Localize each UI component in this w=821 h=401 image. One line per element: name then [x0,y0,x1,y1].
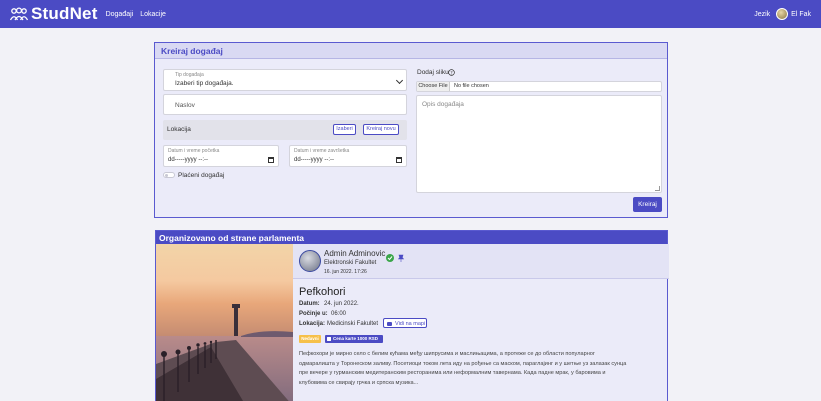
paid-event-label: Plaćeni događaj [178,172,225,179]
help-icon[interactable]: ? [448,69,455,76]
view-on-map-button[interactable]: Vidi na mapi [383,318,427,328]
user-name: El Fak [791,10,811,18]
paid-event-toggle[interactable] [163,172,175,178]
recent-badge: Nedavni [299,335,321,343]
create-event-title: Kreiraj događaj [155,43,667,59]
date-label: Datum: [299,301,320,307]
event-author: Admin Adminovic Elektronski Fakultet 16.… [293,244,669,279]
file-input[interactable]: Choose File No file chosen [416,81,662,92]
end-datetime-value: dd-----yyyy --:-- [294,157,334,163]
author-avatar[interactable] [299,250,321,272]
ticket-price-badge: Cena karte 1000 RSD [325,335,383,343]
nav-link-events[interactable]: Događaji [106,11,134,18]
choose-file-button[interactable]: Choose File [417,82,450,91]
user-avatar [776,8,789,20]
language-menu[interactable]: Jezik [754,11,770,18]
description-textarea[interactable]: Opis događaja [416,95,662,193]
choose-location-button[interactable]: Izaberi [333,124,356,135]
location-label: Lokacija [167,126,191,133]
author-org: Elektronski Fakultet [324,260,377,266]
author-name[interactable]: Admin Adminovic [324,249,385,258]
description-placeholder: Opis događaja [422,101,464,108]
description-line: клубовима се свирају грчка и српска музи… [299,379,419,386]
title-input[interactable]: Naslov [163,94,407,115]
location-label: Lokacija: [299,321,326,327]
navbar: StudNet Događaji Lokacije Jezik El Fak [0,0,821,28]
add-image-label: Dodaj sliku [417,69,449,76]
event-type-label: Tip događaja [175,72,204,78]
event-organizer-header: Organizovano od strane parlamenta [156,231,667,244]
user-menu[interactable]: El Fak [776,8,811,20]
location-value[interactable]: Medicinski Fakultet [327,321,378,327]
start-datetime-input[interactable]: Datum i vreme početka dd-----yyyy --:-- [163,145,279,167]
ticket-price-label: Cena karte 1000 RSD [333,336,379,341]
post-timestamp: 16. jun 2022. 17:26 [324,269,367,275]
event-card: Organizovano od strane parlamenta Admin … [155,230,669,401]
start-datetime-value: dd-----yyyy --:-- [168,157,208,163]
end-datetime-label: Datum i vreme završetka [294,148,350,154]
event-type-value: Izaberi tip događaja. [175,80,234,87]
date-value: 24. jun 2022. [324,301,359,307]
event-details: Admin Adminovic Elektronski Fakultet 16.… [293,244,669,401]
calendar-icon[interactable] [396,157,402,163]
create-event-card: Kreiraj događaj Tip događaja Izaberi tip… [154,42,668,218]
resize-handle-icon[interactable] [655,186,660,191]
pin-icon[interactable] [397,254,405,262]
event-description: Пефкохори је мирно село с белим кућама м… [299,350,664,388]
location-row: Lokacija Izaberi Kreiraj novu [163,120,407,140]
description-line: Пефкохори је мирно село с белим кућама м… [299,351,595,357]
nav-link-locations[interactable]: Lokacije [140,11,166,18]
start-datetime-label: Datum i vreme početka [168,148,220,154]
ticket-icon [327,337,331,341]
event-image [156,244,293,401]
title-placeholder: Naslov [175,102,195,109]
verified-icon [386,254,394,262]
create-event-button[interactable]: Kreiraj [633,197,662,212]
end-datetime-input[interactable]: Datum i vreme završetka dd-----yyyy --:-… [289,145,407,167]
brand-name: StudNet [31,4,98,23]
start-time-value: 06:00 [331,311,347,317]
brand[interactable]: StudNet [10,4,98,24]
start-time-label: Počinje u: [299,311,328,317]
event-title: Pefkohori [299,286,346,298]
chevron-down-icon [395,76,404,85]
calendar-icon[interactable] [268,157,274,163]
people-logo-icon [10,7,28,21]
description-line: одмаралишта у Торонеском заливу. Посетио… [299,360,627,367]
create-location-button[interactable]: Kreiraj novu [363,124,399,135]
camera-icon [387,321,392,326]
description-line: пре вечере у гурманским медитеранским ре… [299,370,606,376]
file-status: No file chosen [454,83,489,89]
view-on-map-label: Vidi na mapi [395,320,426,327]
event-type-select[interactable]: Tip događaja Izaberi tip događaja. [163,69,407,91]
